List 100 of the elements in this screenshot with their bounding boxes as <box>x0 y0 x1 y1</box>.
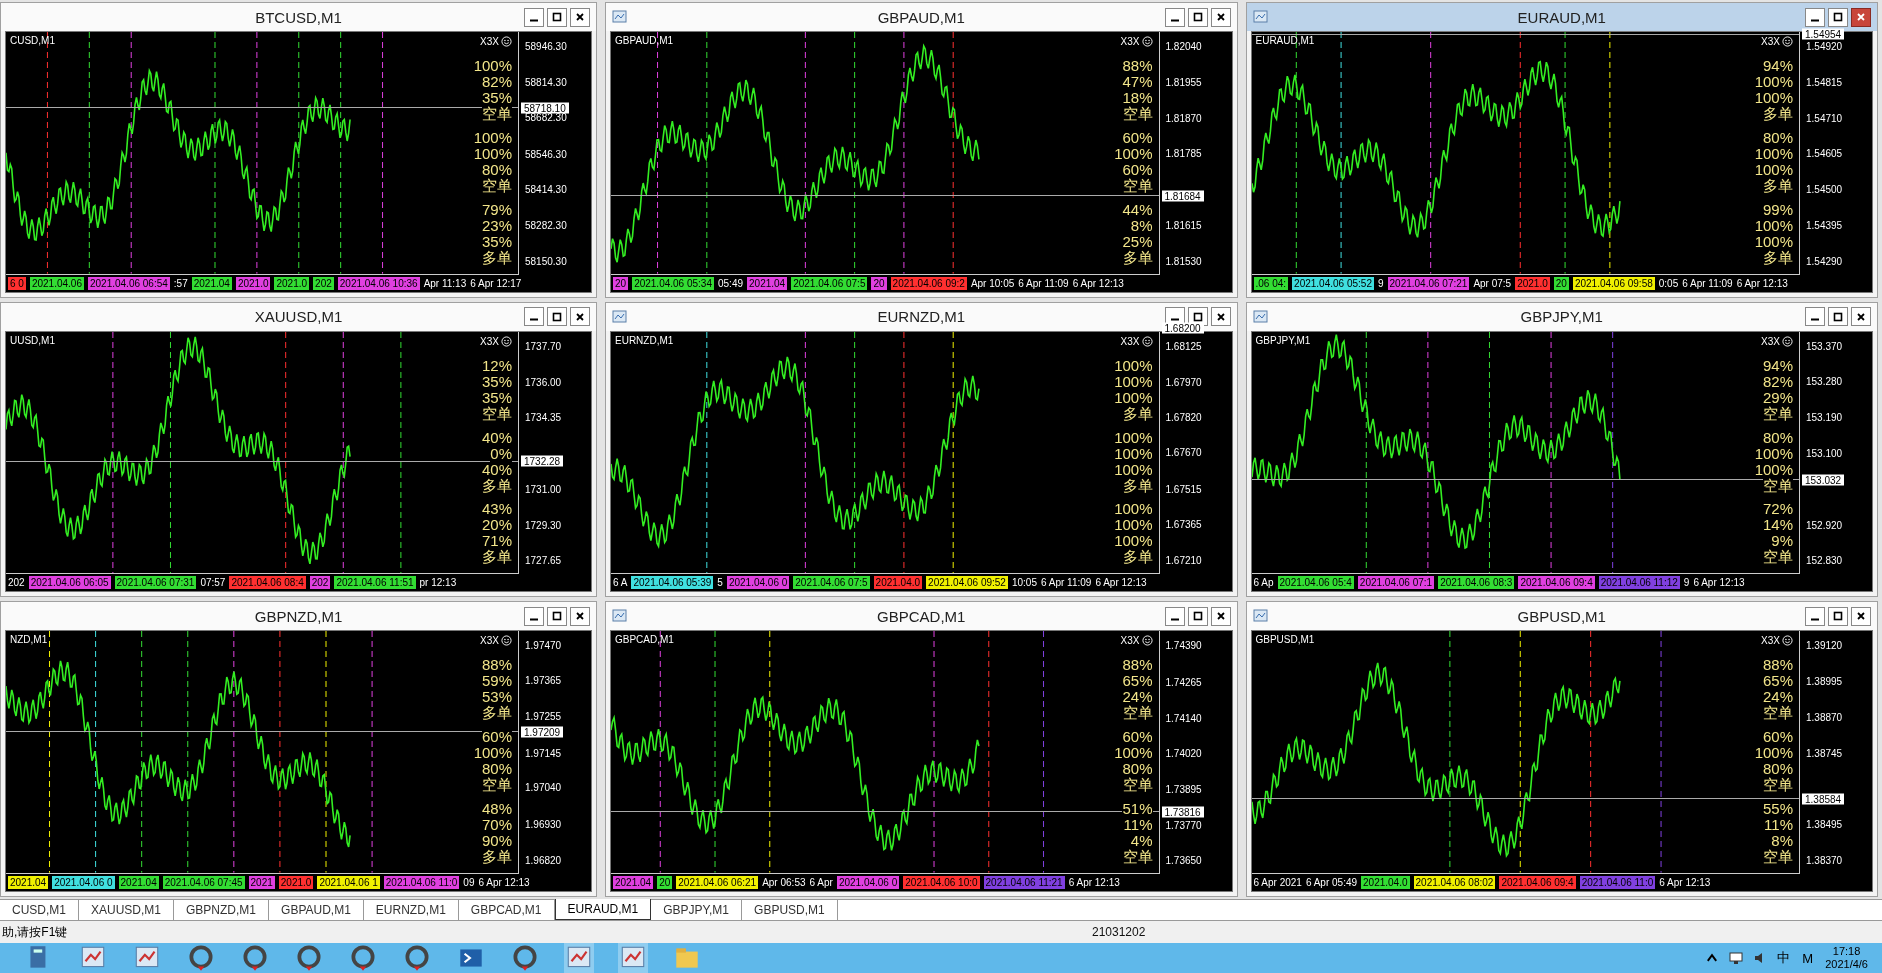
time-label: Apr 10:05 <box>970 277 1015 289</box>
current-price: 1.97209 <box>521 726 564 738</box>
time-label: 6 Apr 12:13 <box>1095 577 1147 589</box>
close-button[interactable] <box>1851 606 1871 626</box>
maximize-button[interactable] <box>1187 7 1208 27</box>
price-tick: 58150.30 <box>525 255 567 267</box>
time-tag: 2021.0 <box>278 876 314 890</box>
window-title: GBPNZD,M1 <box>254 607 343 625</box>
position-side: 多单 <box>482 849 512 866</box>
maximize-button[interactable] <box>1828 307 1848 327</box>
close-button[interactable] <box>1851 7 1871 27</box>
time-label: 6 Apr 12:13 <box>1072 277 1124 289</box>
close-icon <box>575 311 585 322</box>
close-button[interactable] <box>570 307 590 327</box>
input-method-indicator[interactable]: 中 <box>1777 949 1791 967</box>
minimize-icon <box>530 318 538 322</box>
time-label: 6 Apr 12:17 <box>470 277 522 289</box>
time-label: 6 Apr 11:09 <box>1040 577 1092 589</box>
price-tick: 1.39120 <box>1806 639 1843 651</box>
position-side: 多单 <box>482 549 512 566</box>
maximize-button[interactable] <box>1828 7 1848 27</box>
price-tick: 1.81870 <box>1165 112 1202 124</box>
close-icon <box>1856 611 1866 622</box>
time-tag: 2021.04.06 05:52 <box>1292 276 1374 290</box>
position-side: 空单 <box>1763 705 1793 722</box>
time-label: 09 <box>463 877 475 889</box>
price-tick: 58414.30 <box>525 183 567 195</box>
close-button[interactable] <box>570 606 590 626</box>
close-button[interactable] <box>1210 606 1231 626</box>
time-tag: 2021.04.06 0 <box>52 876 115 890</box>
close-button[interactable] <box>1851 307 1871 327</box>
minimize-icon <box>1811 318 1819 322</box>
maximize-button[interactable] <box>1828 606 1848 626</box>
maximize-button[interactable] <box>547 307 567 327</box>
time-tag: 2021.04.06 05:4 <box>1277 576 1354 590</box>
price-tick: 1.97040 <box>525 781 562 793</box>
close-button[interactable] <box>1210 307 1231 327</box>
price-tick: 1.38995 <box>1806 675 1843 687</box>
time-tag: 2021.04.06 <box>29 276 84 290</box>
time-tag: 20 <box>871 276 887 290</box>
chart-app-icon[interactable] <box>618 943 648 973</box>
price-tick: 1.81615 <box>1165 219 1202 231</box>
maximize-button[interactable] <box>1187 606 1208 626</box>
close-button[interactable] <box>1210 7 1231 27</box>
time-label: 9 <box>1683 577 1690 589</box>
price-tick: 152.920 <box>1806 519 1843 531</box>
time-tag: 2021.04.06 05:34 <box>632 276 714 290</box>
current-price: 1732.28 <box>521 455 564 467</box>
input-method-indicator[interactable]: M <box>1802 950 1814 966</box>
close-button[interactable] <box>570 7 590 27</box>
price-tick: 152.830 <box>1806 554 1843 566</box>
chart-label: GBPJPY,M1 <box>1255 334 1311 346</box>
current-price: 1.73816 <box>1161 806 1204 818</box>
price-tick: 1.38745 <box>1806 747 1843 759</box>
time-tag: 2021.04.06 11:0 <box>1579 876 1656 890</box>
close-icon <box>1856 311 1866 322</box>
indicator-label: X3X <box>1120 335 1140 347</box>
current-price: 58718.10 <box>521 102 569 114</box>
time-label: 6 Ap <box>1253 577 1274 589</box>
current-price: 1.81684 <box>1161 190 1204 202</box>
maximize-icon <box>1192 12 1203 22</box>
chart-label: EURAUD,M1 <box>1255 35 1315 46</box>
price-tick: 1.74140 <box>1165 712 1202 724</box>
price-tick: 1.38370 <box>1806 854 1843 866</box>
chart-tab[interactable]: EURAUD,M1 <box>554 899 652 921</box>
price-tick: 1.74390 <box>1165 639 1202 651</box>
price-tick: 58946.30 <box>525 40 567 52</box>
price-tick: 1.81530 <box>1165 255 1202 267</box>
status-help: 助,请按F1键 <box>1 923 69 941</box>
time-tag: 2021.04.06 1 <box>317 876 380 890</box>
chart-app-icon[interactable] <box>564 943 594 973</box>
chart-icon <box>1252 608 1269 625</box>
network-icon[interactable] <box>1729 951 1744 965</box>
maximize-icon <box>552 311 562 322</box>
time-label: 6 Apr 12:13 <box>1693 577 1745 589</box>
indicator-label: X3X <box>1761 36 1780 47</box>
close-icon <box>1856 12 1866 22</box>
price-tick: 1.97365 <box>525 674 562 686</box>
time-tag: 2021.04.06 0 <box>726 576 790 590</box>
maximize-icon <box>1833 311 1843 322</box>
price-tick: 1.81785 <box>1165 147 1202 159</box>
maximize-icon <box>1192 311 1203 322</box>
time-tag: 2021.04.06 07:31 <box>114 576 197 590</box>
maximize-button[interactable] <box>547 606 567 626</box>
time-tag: 2021.04.06 09:4 <box>1499 876 1576 890</box>
time-label: Apr 06:53 <box>762 877 806 889</box>
indicator-label: X3X <box>1761 635 1780 647</box>
time-tag: 2021.04 <box>8 876 49 890</box>
position-side: 空单 <box>1763 849 1793 866</box>
maximize-button[interactable] <box>547 7 567 27</box>
price-tick: 1.38495 <box>1806 818 1843 830</box>
smiley-icon <box>1782 635 1793 647</box>
time-label: 6 Apr 12:13 <box>1659 877 1711 889</box>
smiley-icon <box>1141 635 1153 647</box>
chart-label: GBPCAD,M1 <box>615 634 674 646</box>
close-icon <box>575 611 585 622</box>
price-tick: 1.82040 <box>1165 40 1202 52</box>
time-tag: 2021.0 <box>1515 276 1550 290</box>
time-tag: 2021.04.06 06:21 <box>676 876 759 890</box>
indicator-label: X3X <box>1761 335 1780 347</box>
